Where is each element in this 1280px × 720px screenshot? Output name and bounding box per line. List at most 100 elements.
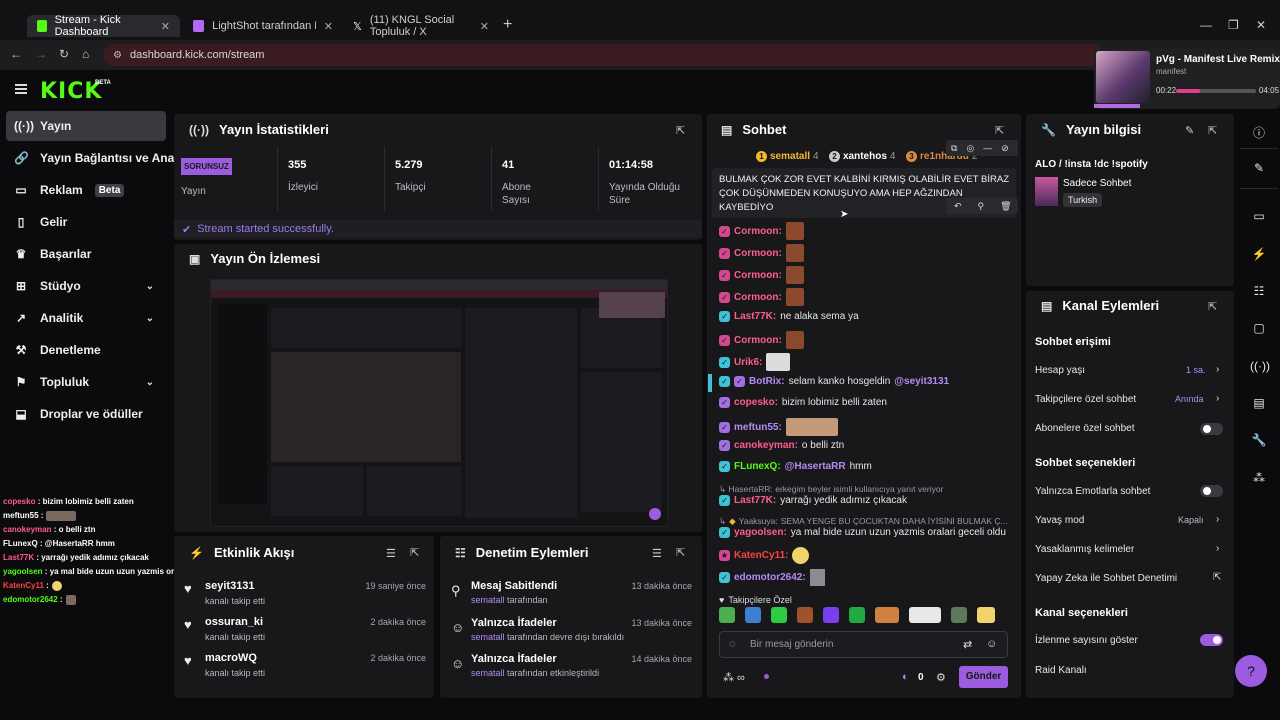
chat-username[interactable]: Last77K: [734,495,776,506]
popout-icon[interactable]: ⇱ [1208,300,1217,313]
hamburger-menu-icon[interactable] [15,84,27,94]
kick-logo[interactable]: KICK [40,79,102,104]
top-gifter[interactable]: 1 sematall 4 [756,151,819,162]
mod-user[interactable]: sematall [471,668,505,678]
minimize-button[interactable]: — [1200,18,1212,32]
sidebar-item-3[interactable]: ▯ Gelir [6,207,166,237]
chat-username[interactable]: copesko: [734,397,778,408]
emoji-icon[interactable]: ☺ [986,638,997,650]
home-icon[interactable]: ⌂ [82,47,89,61]
emote-option[interactable] [977,607,995,623]
mod-user[interactable]: sematall [471,595,505,605]
emote-option[interactable] [745,607,761,623]
sidebar-item-0[interactable]: ((·)) Yayın [6,111,166,141]
sidebar-item-9[interactable]: ⬓ Droplar ve ödüller [6,399,166,429]
help-button[interactable]: ? [1235,655,1267,687]
activity-user[interactable]: ossuran_ki [205,616,263,628]
stream-preview-video[interactable] [210,279,668,527]
gear-icon[interactable]: ⚙ [936,671,946,684]
sidebar-item-6[interactable]: ↗ Analitik ⌄ [6,303,166,333]
chat-username[interactable]: KatenCy11: [734,550,788,561]
hide-icon[interactable]: ⊘ [1001,143,1009,154]
copy-icon[interactable]: ⧉ [951,143,957,154]
emote-option[interactable] [909,607,941,623]
reload-button[interactable]: ↻ [59,47,69,61]
chat-username[interactable]: Cormoon: [734,270,782,281]
chevron-right-icon[interactable]: › [1216,393,1219,404]
list-icon[interactable]: ☷ [1250,284,1268,298]
stream-category[interactable]: Sadece Sohbet [1063,178,1131,189]
chevron-right-icon[interactable]: › [1216,543,1219,554]
send-button[interactable]: Gönder [959,666,1008,688]
apps-icon[interactable]: ⁂ [1250,471,1268,485]
chat-username[interactable]: Cormoon: [734,335,782,346]
edit-icon[interactable]: ✎ [1185,124,1194,137]
account-age-value[interactable]: 1 sa. [1186,365,1206,375]
chat-username[interactable]: BotRix: [749,376,785,387]
chevron-down-icon[interactable]: ⌄ [146,313,154,324]
chat-settings-icon[interactable]: ⁂ ∞ [723,671,745,684]
emote-option[interactable] [875,607,899,623]
popout-icon[interactable]: ⇱ [676,546,685,559]
popout-icon[interactable]: ⇱ [995,124,1004,137]
close-window-button[interactable]: ✕ [1256,18,1266,32]
chat-username[interactable]: meftun55: [734,422,782,433]
url-input[interactable]: ⚙ dashboard.kick.com/stream [103,44,1103,66]
followers-chat-value[interactable]: Anında [1175,394,1204,404]
new-tab-button[interactable]: + [503,16,512,34]
minimize-icon[interactable]: — [983,143,992,153]
emote-option[interactable] [951,607,967,623]
filter-icon[interactable]: ☰ [386,547,396,560]
chat-username[interactable]: edomotor2642: [734,572,806,583]
sidebar-item-1[interactable]: 🔗 Yayın Bağlantısı ve Anahtar [6,143,197,173]
viewer-count-toggle[interactable] [1200,634,1223,646]
sidebar-item-4[interactable]: ♛ Başarılar [6,239,166,269]
site-info-icon[interactable]: ⚙ [113,50,122,61]
sidebar-item-5[interactable]: ⊞ Stüdyo ⌄ [6,271,166,301]
chat-username[interactable]: Cormoon: [734,226,782,237]
chevron-down-icon[interactable]: ⌄ [146,281,154,292]
emote-only-toggle[interactable] [1200,485,1223,497]
raid-channel-item[interactable]: Raid Kanalı [1035,665,1087,676]
ai-moderation-item[interactable]: Yapay Zeka ile Sohbet Denetimi [1035,573,1177,584]
tab-x-social[interactable]: 𝕏 (11) KNGL Social Topluluk / X ✕ [343,14,499,38]
chat-username[interactable]: Cormoon: [734,248,782,259]
sidebar-item-2[interactable]: ▭ Reklam Beta [6,175,166,205]
activity-user[interactable]: seyit3131 [205,580,255,592]
top-gifter[interactable]: 2 xantehos 4 [829,151,895,162]
back-button[interactable]: ← [10,47,22,61]
chat-mention[interactable]: @HasertaRR [785,461,846,472]
chat-username[interactable]: FLunexQ: [734,461,781,472]
popout-icon[interactable]: ⇱ [410,546,419,559]
chevron-down-icon[interactable]: ⌄ [146,377,154,388]
ad-icon[interactable]: ▭ [1250,209,1268,223]
tab-lightshot[interactable]: LightShot tarafından Ekran Görü ✕ [183,15,343,37]
sidebar-item-7[interactable]: ⚒ Denetleme [6,335,166,365]
chevron-right-icon[interactable]: › [1216,364,1219,375]
chat-mention[interactable]: @seyit3131 [894,376,949,387]
chevron-right-icon[interactable]: › [1216,514,1219,525]
emote-option[interactable] [849,607,865,623]
emote-option[interactable] [797,607,813,623]
sidebar-item-8[interactable]: ⚑ Topluluk ⌄ [6,367,166,397]
slow-mode-value[interactable]: Kapalı [1178,515,1204,525]
maximize-button[interactable]: ❐ [1228,18,1239,32]
emote-option[interactable] [823,607,839,623]
activity-user[interactable]: macroWQ [205,652,257,664]
info-icon[interactable]: ⓘ [1250,124,1268,141]
popout-icon[interactable]: ⇱ [1208,124,1217,137]
chat-username[interactable]: Cormoon: [734,292,782,303]
subs-chat-toggle[interactable] [1200,423,1223,435]
wrench-icon[interactable]: 🔧 [1250,433,1268,447]
close-tab-icon[interactable]: ✕ [161,20,170,33]
chat-bubble-icon[interactable]: ▢ [1250,321,1268,335]
banned-words-item[interactable]: Yasaklanmış kelimeler [1035,544,1134,555]
emote-option[interactable] [719,607,735,623]
translate-icon[interactable]: ⇄ [963,638,972,651]
close-tab-icon[interactable]: ✕ [480,20,489,33]
mini-media-player[interactable]: pVg - Manifest Live Remix manifest 00:22… [1094,49,1280,109]
emote-option[interactable] [771,607,787,623]
settings-icon[interactable]: ◎ [966,143,974,154]
close-tab-icon[interactable]: ✕ [324,20,333,33]
chat-username[interactable]: Last77K: [734,311,776,322]
